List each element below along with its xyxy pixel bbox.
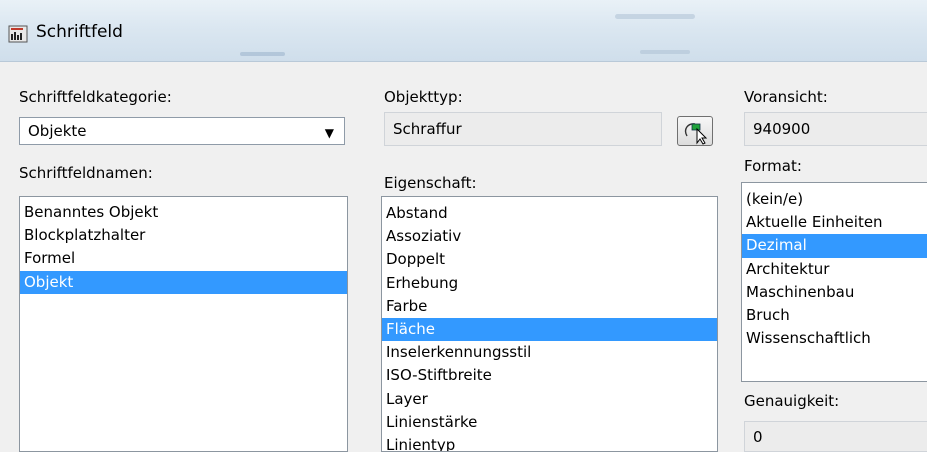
list-item-selected[interactable]: Dezimal [742,234,927,258]
list-item[interactable]: Wissenschaftlich [742,327,927,350]
list-item[interactable]: ISO-Stiftbreite [382,364,717,387]
property-list[interactable]: Abstand Assoziativ Doppelt Erhebung Farb… [381,196,718,452]
app-icon [8,25,28,43]
precision-dropdown[interactable]: 0 [744,421,927,452]
background-blur [240,52,285,56]
list-item[interactable]: Layer [382,388,717,411]
list-item[interactable]: Architektur [742,258,927,281]
list-item-selected[interactable]: Objekt [20,270,347,294]
category-label: Schriftfeldkategorie: [19,88,172,106]
property-label: Eigenschaft: [384,174,477,192]
list-item[interactable]: Erhebung [382,272,717,295]
list-item[interactable]: Bruch [742,304,927,327]
field-names-label: Schriftfeldnamen: [19,164,153,182]
select-object-icon [684,123,708,145]
object-type-field: Schraffur [384,112,662,146]
list-item[interactable]: Blockplatzhalter [20,224,347,247]
list-item[interactable]: Farbe [382,295,717,318]
list-item[interactable]: Inselerkennungsstil [382,341,717,364]
list-item[interactable]: Aktuelle Einheiten [742,211,927,234]
background-blur [640,50,690,54]
preview-value: 940900 [753,120,811,138]
list-item[interactable]: Formel [20,247,347,270]
format-label: Format: [744,157,802,175]
list-item[interactable]: Abstand [382,202,717,225]
list-item[interactable]: Linientyp [382,434,717,451]
precision-value: 0 [753,427,763,446]
object-type-label: Objekttyp: [384,88,463,106]
field-names-list[interactable]: Benanntes Objekt Blockplatzhalter Formel… [19,196,348,452]
object-type-value: Schraffur [393,120,462,138]
list-item[interactable]: Benanntes Objekt [20,201,347,224]
list-item-selected[interactable]: Fläche [382,317,717,342]
list-item[interactable]: Doppelt [382,248,717,271]
preview-label: Voransicht: [744,88,828,106]
list-item[interactable]: (kein/e) [742,188,927,211]
title-bar: Schriftfeld [0,0,927,62]
background-blur [615,14,695,19]
select-object-button[interactable] [677,116,713,146]
preview-field: 940900 [744,112,927,146]
list-item[interactable]: Maschinenbau [742,281,927,304]
precision-label: Genauigkeit: [744,392,840,410]
window-title: Schriftfeld [36,22,123,42]
category-dropdown[interactable]: Objekte ▼ [19,117,345,145]
list-item[interactable]: Assoziativ [382,225,717,248]
chevron-down-icon[interactable]: ▼ [325,126,334,140]
list-item[interactable]: Linienstärke [382,411,717,434]
category-value: Objekte [28,122,87,140]
format-list[interactable]: (kein/e) Aktuelle Einheiten Dezimal Arch… [741,182,927,382]
